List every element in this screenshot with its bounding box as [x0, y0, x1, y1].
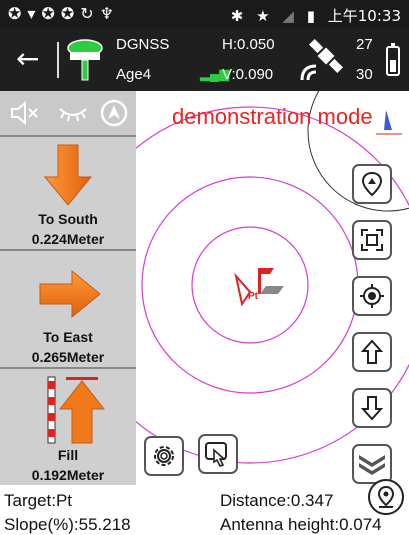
- age-indicator: Age4: [116, 66, 152, 83]
- double-chevron-down-icon: [359, 455, 385, 475]
- center-location-button[interactable]: [352, 276, 392, 316]
- direction-east-card: To East 0.265Meter: [0, 249, 136, 367]
- zoom-extent-button[interactable]: [352, 220, 392, 260]
- status-icons-left: ✪▾✪✪↻♆: [8, 4, 120, 23]
- satellites-used: 27: [356, 36, 373, 53]
- horizontal-precision: H:0.050: [222, 36, 275, 53]
- android-icon: ♆: [99, 4, 120, 23]
- arrow-down-outline-icon: [361, 396, 383, 421]
- toolbar-icons: [0, 91, 136, 135]
- direction-value: 0.192Meter: [31, 467, 105, 483]
- battery-charging-icon: ▮: [306, 7, 315, 25]
- stakeout-guidance-panel: To South 0.224Meter To East 0.265Meter F…: [0, 91, 136, 485]
- direction-value: 0.265Meter: [31, 349, 105, 365]
- shield-icon: ✪: [60, 4, 81, 23]
- demo-mode-label: demonstration mode: [172, 104, 373, 129]
- arrow-right-icon: [39, 269, 101, 319]
- target-name: Target:Pt: [4, 491, 73, 510]
- north-arrow-icon: [376, 110, 402, 135]
- speaker-mute-icon[interactable]: [10, 101, 40, 125]
- fill-up-arrow-icon: [47, 376, 106, 444]
- stakeout-point-marker: [234, 268, 284, 307]
- direction-label: To East: [43, 329, 93, 345]
- antenna-height-value: Antenna height:0.074: [220, 515, 382, 534]
- arrow-down-icon: [43, 144, 93, 206]
- vertical-precision: V:0.090: [222, 66, 274, 83]
- map-marker-icon: [377, 486, 395, 508]
- direction-value: 0.224Meter: [31, 231, 105, 247]
- clock: 上午10:33: [327, 7, 401, 25]
- satellite-icon[interactable]: [298, 36, 348, 84]
- eye-closed-icon[interactable]: [58, 103, 88, 123]
- next-point-button[interactable]: [352, 388, 392, 428]
- header-bar: ← DGNSS Age4 ▂▄▆ H:0.050 V:0.090 27 30: [0, 28, 409, 91]
- satellites-visible: 30: [356, 66, 373, 83]
- direction-fill-card: Fill 0.192Meter: [0, 367, 136, 485]
- sync-icon: ↻: [80, 4, 100, 23]
- hand-pointer-icon: [205, 442, 227, 467]
- location-pin-button[interactable]: [368, 479, 404, 515]
- arrow-up-outline-icon: [361, 339, 383, 364]
- status-icons-right: ✱ ★ ◢ ▮ 上午10:33: [223, 5, 401, 26]
- locate-point-button[interactable]: [352, 164, 392, 204]
- map-pin-icon: [361, 171, 383, 197]
- fix-mode: DGNSS: [116, 36, 170, 53]
- gear-icon: [154, 446, 174, 466]
- point-label: Pt: [248, 291, 258, 302]
- previous-point-button[interactable]: [352, 332, 392, 372]
- bluetooth-icon: ✱: [230, 7, 244, 25]
- direction-south-card: To South 0.224Meter: [0, 135, 136, 249]
- crosshair-icon: [360, 284, 384, 308]
- device-battery-icon: [386, 43, 400, 76]
- slope-value: Slope(%):55.218: [4, 515, 131, 534]
- collapse-button[interactable]: [352, 444, 392, 484]
- status-bar: ✪▾✪✪↻♆ ✱ ★ ◢ ▮ 上午10:33: [0, 0, 409, 28]
- direction-label: To South: [38, 211, 98, 227]
- touch-mode-button[interactable]: [198, 434, 238, 474]
- gnss-receiver-icon: [67, 39, 103, 81]
- star-icon: ★: [256, 7, 270, 25]
- fit-screen-icon: [361, 229, 383, 251]
- shield-icon: ✪: [41, 4, 61, 23]
- wifi-question-icon: ▾: [27, 4, 42, 23]
- direction-label: Fill: [57, 447, 79, 463]
- no-signal-icon: ◢: [282, 7, 294, 25]
- back-arrow-icon[interactable]: ←: [16, 42, 39, 75]
- shield-icon: ✪: [8, 4, 28, 23]
- distance-value: Distance:0.347: [220, 491, 334, 510]
- divider: [57, 42, 59, 78]
- status-footer: Target:Pt Distance:0.347 Slope(%):55.218…: [0, 479, 409, 534]
- navigation-arrow-icon[interactable]: [100, 99, 128, 127]
- settings-button[interactable]: [144, 436, 184, 476]
